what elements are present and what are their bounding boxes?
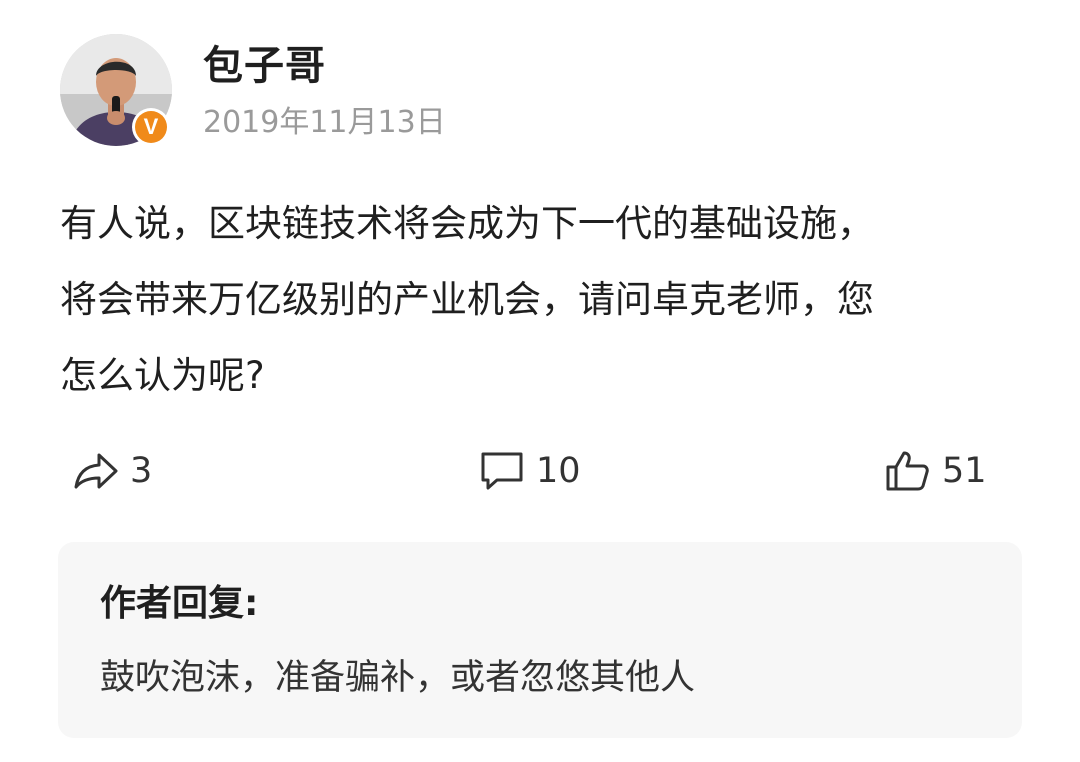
verified-v-icon: V <box>135 111 167 143</box>
repost-count: 3 <box>130 451 153 491</box>
author-reply-title: 作者回复: <box>100 583 259 624</box>
thumbs-up-icon <box>886 451 929 491</box>
author-name[interactable]: 包子哥 <box>203 38 326 94</box>
share-arrow-icon <box>74 453 118 489</box>
author-reply-box: 作者回复: 鼓吹泡沫，准备骗补，或者忽悠其他人 <box>58 542 1022 738</box>
post-text: 有人说，区块链技术将会成为下一代的基础设施， 将会带来万亿级别的产业机会，请问卓… <box>60 202 874 397</box>
author-reply-text: 鼓吹泡沫，准备骗补，或者忽悠其他人 <box>100 658 696 698</box>
comment-bubble-icon <box>481 452 523 490</box>
post-date: 2019年11月13日 <box>203 105 446 140</box>
comment-button[interactable]: 10 <box>478 446 581 496</box>
like-button[interactable]: 51 <box>884 446 987 496</box>
verified-badge: V <box>132 108 170 146</box>
like-count: 51 <box>942 451 987 491</box>
repost-button[interactable]: 3 <box>72 446 152 496</box>
comment-count: 10 <box>536 451 581 491</box>
